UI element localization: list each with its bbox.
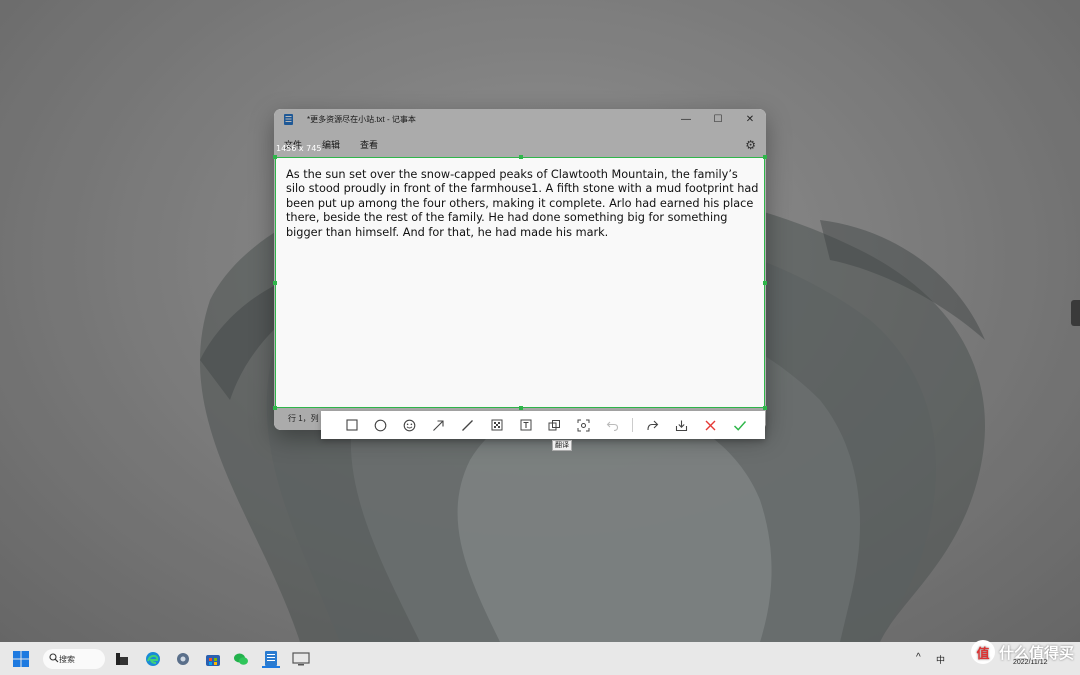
- notepad-icon[interactable]: [262, 650, 280, 668]
- settings-icon[interactable]: [174, 650, 192, 668]
- store-icon[interactable]: [204, 650, 222, 668]
- watermark-text: 什么值得买: [998, 643, 1074, 662]
- line-icon[interactable]: [453, 411, 482, 439]
- resize-handle-tr[interactable]: [763, 155, 767, 159]
- resize-handle-bl[interactable]: [273, 406, 277, 410]
- share-icon[interactable]: [638, 411, 667, 439]
- side-panel-tab[interactable]: [1071, 300, 1080, 326]
- start-icon[interactable]: [12, 650, 30, 668]
- capture-region[interactable]: As the sun set over the snow-capped peak…: [273, 155, 767, 410]
- taskbar-search[interactable]: 搜索: [43, 649, 105, 669]
- resize-handle-tl[interactable]: [273, 155, 277, 159]
- text-icon[interactable]: [511, 411, 540, 439]
- watermark-logo-icon: 值: [970, 640, 995, 664]
- resize-handle-tc[interactable]: [519, 155, 523, 159]
- save-icon[interactable]: [667, 411, 696, 439]
- ocr-icon[interactable]: [569, 411, 598, 439]
- undo-icon[interactable]: [598, 411, 627, 439]
- resize-handle-mr[interactable]: [763, 281, 767, 285]
- screenshot-toolbar: [321, 411, 765, 439]
- document-text[interactable]: As the sun set over the snow-capped peak…: [276, 158, 764, 240]
- search-icon: [49, 653, 59, 665]
- confirm-icon[interactable]: [725, 411, 754, 439]
- wechat-icon[interactable]: [232, 650, 250, 668]
- resize-handle-bc[interactable]: [519, 406, 523, 410]
- edge-icon[interactable]: [144, 650, 162, 668]
- rectangle-icon[interactable]: [337, 411, 366, 439]
- search-label: 搜索: [59, 654, 75, 664]
- arrow-icon[interactable]: [424, 411, 453, 439]
- ime-indicator[interactable]: 中: [936, 653, 945, 666]
- taskbar: 搜索 ^ 中 2022/11/12: [0, 642, 1080, 675]
- pin-icon[interactable]: [540, 411, 569, 439]
- screenshot-app-icon[interactable]: [292, 650, 310, 668]
- ellipse-icon[interactable]: [366, 411, 395, 439]
- resize-handle-br[interactable]: [763, 406, 767, 410]
- tooltip: 翻译: [552, 440, 572, 451]
- cancel-icon[interactable]: [696, 411, 725, 439]
- tray-overflow-chevron[interactable]: ^: [916, 652, 921, 663]
- file-explorer-icon[interactable]: [113, 650, 131, 668]
- watermark-logo: 值 什么值得买: [970, 640, 1074, 664]
- mosaic-icon[interactable]: [482, 411, 511, 439]
- resize-handle-ml[interactable]: [273, 281, 277, 285]
- emoji-icon[interactable]: [395, 411, 424, 439]
- toolbar-divider: [632, 418, 633, 432]
- selection-size-label: 1456 x 745: [276, 144, 322, 153]
